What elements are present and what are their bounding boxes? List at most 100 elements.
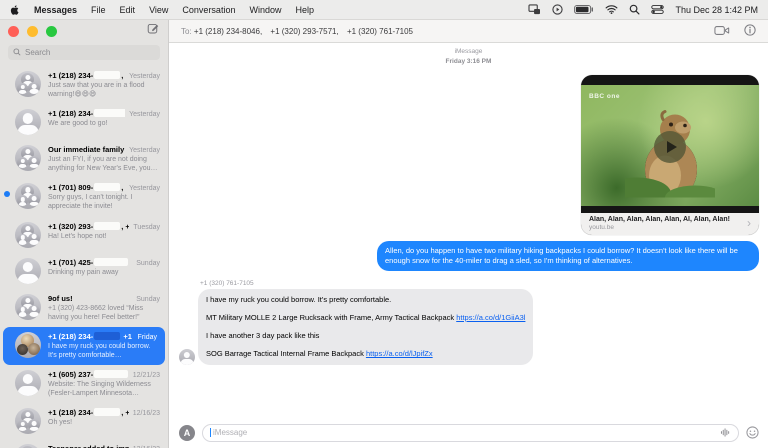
conversation-row-6[interactable]: +1 (701) 425- Sunday Drinking my pain awa… xyxy=(0,253,168,289)
screen-mirroring-icon[interactable] xyxy=(528,4,541,15)
menu-app-name[interactable]: Messages xyxy=(34,5,77,15)
conversation-title: +1 (218) 234- +1 (32… xyxy=(48,331,134,341)
conversation-row-9[interactable]: +1 (605) 237- 12/21/23 Website: The Singi… xyxy=(0,365,168,403)
conversation-preview: Drinking my pain away xyxy=(48,268,119,276)
link-preview-footer[interactable]: Alan, Alan, Alan, Alan, Alan, Al, Alan, … xyxy=(581,212,759,235)
conversation-row-4[interactable]: +1 (701) 809-, +1 (… Yesterday Sorry guys… xyxy=(0,178,168,216)
menu-bar-clock[interactable]: Thu Dec 28 1:42 PM xyxy=(675,5,758,15)
conversation-preview: Sorry guys, I can't tonight. I appreciat… xyxy=(48,194,133,211)
conversation-title: 9of us! xyxy=(48,293,73,303)
menu-bar: Messages File Edit View Conversation Win… xyxy=(0,0,768,20)
menu-conversation[interactable]: Conversation xyxy=(182,5,235,15)
conversation-date: Sunday xyxy=(136,259,160,267)
incoming-message-group: +1 (320) 761-7105 I have my ruck you cou… xyxy=(179,280,768,366)
wifi-icon[interactable] xyxy=(605,5,618,14)
recipient-2[interactable]: +1 (320) 293-7571, xyxy=(270,27,338,36)
message-line: I have my ruck you could borrow. It's pr… xyxy=(206,294,392,304)
conversation-preview: Just saw that you are in a flood warning… xyxy=(48,82,145,99)
play-circle-icon[interactable] xyxy=(552,4,564,15)
message-composer: A iMessage xyxy=(169,419,768,448)
conversation-row-10[interactable]: +1 (218) 234-, +1 (3…12/16/23 Oh yes! xyxy=(0,403,168,439)
group-avatar xyxy=(15,444,41,448)
redacted-text xyxy=(94,221,121,230)
conversation-title: +1 (605) 237- xyxy=(48,369,129,379)
message-input-placeholder: iMessage xyxy=(213,428,248,437)
menu-file[interactable]: File xyxy=(91,5,106,15)
conversation-row-5[interactable]: +1 (320) 293-, +1 (3…Tuesday Ha! Let's h… xyxy=(0,217,168,253)
apple-menu-icon[interactable] xyxy=(10,4,20,16)
video-title: Alan, Alan, Alan, Alan, Alan, Al, Alan, … xyxy=(589,215,730,223)
conversation-title: +1 (218) 234-, +1 (3… xyxy=(48,408,129,418)
search-placeholder: Search xyxy=(25,48,51,57)
person-avatar xyxy=(15,369,41,396)
conversation-preview: Website: The Singing Wilderness (Fesler-… xyxy=(48,380,151,398)
group-avatar xyxy=(15,71,41,97)
audio-message-icon[interactable] xyxy=(720,424,731,442)
conversation-date: 12/16/23 xyxy=(132,410,160,418)
redacted-text xyxy=(94,257,129,266)
search-icon[interactable] xyxy=(629,4,640,15)
window-minimize-button[interactable] xyxy=(27,25,38,37)
conversation-row-1[interactable]: +1 (218) 234-, +1 (… Yesterday Just saw t… xyxy=(0,66,168,104)
conversation-sidebar: Search +1 (218) 234-, +1 (… Yesterday Jus… xyxy=(0,20,169,448)
conversation-list: +1 (218) 234-, +1 (… Yesterday Just saw t… xyxy=(0,66,168,448)
conversation-preview: I have my ruck you could borrow. It's pr… xyxy=(48,342,151,359)
conversation-row-2[interactable]: +1 (218) 234- Yesterday We are good to go… xyxy=(0,104,168,140)
details-info-icon[interactable] xyxy=(744,24,756,38)
conversation-date: Yesterday xyxy=(129,111,160,119)
group-photo-avatar xyxy=(15,331,41,358)
conversation-row-8-selected[interactable]: +1 (218) 234- +1 (32…Friday I have my ru… xyxy=(3,326,165,365)
amazon-link[interactable]: https://a.co/d/lJpifZx xyxy=(366,349,433,358)
conversation-title: +1 (701) 809-, +1 (… xyxy=(48,183,125,193)
message-bubble-outgoing: Allen, do you happen to have two militar… xyxy=(377,240,759,271)
text-caret xyxy=(210,428,211,437)
menu-edit[interactable]: Edit xyxy=(120,5,136,15)
redacted-text xyxy=(94,369,129,378)
message-line: SOG Barrage Tactical Internal Frame Back… xyxy=(206,349,433,359)
message-line: I have another 3 day pack like this xyxy=(206,331,320,340)
menu-window[interactable]: Window xyxy=(249,5,281,15)
conversation-row-3[interactable]: Our immediate family of 8 Yesterday Just … xyxy=(0,140,168,178)
compose-new-message-button[interactable] xyxy=(147,22,160,40)
message-input[interactable]: iMessage xyxy=(202,423,739,442)
menu-help[interactable]: Help xyxy=(295,5,314,15)
emoji-picker-icon[interactable] xyxy=(746,426,759,439)
conversation-preview: Ha! Let's hope not! xyxy=(48,232,107,240)
facetime-video-icon[interactable] xyxy=(714,25,730,38)
redacted-text xyxy=(94,331,121,340)
menu-view[interactable]: View xyxy=(149,5,168,15)
to-label: To: xyxy=(181,26,192,36)
conversation-title: +1 (218) 234- xyxy=(48,109,126,118)
window-close-button[interactable] xyxy=(8,25,19,37)
message-transcript[interactable]: iMessage Friday 3:16 PM BBC one Alan, Al… xyxy=(169,43,768,419)
message-bubble-incoming: I have my ruck you could borrow. It's pr… xyxy=(198,288,534,366)
video-thumbnail[interactable]: BBC one xyxy=(581,84,759,206)
conversation-preview: We are good to go! xyxy=(48,120,108,128)
redacted-text xyxy=(94,109,126,118)
group-avatar xyxy=(15,183,41,210)
conversation-title: +1 (320) 293-, +1 (3… xyxy=(48,221,130,231)
play-button-icon[interactable] xyxy=(654,131,686,164)
video-domain: youtu.be xyxy=(589,223,614,231)
group-avatar xyxy=(15,293,41,320)
conversation-title: Our immediate family of 8 xyxy=(48,145,125,155)
youtube-link-preview[interactable]: BBC one Alan, Alan, Alan, Alan, Alan, Al… xyxy=(581,74,759,235)
conversation-date: Friday xyxy=(137,333,157,341)
window-zoom-button[interactable] xyxy=(46,25,57,37)
control-center-icon[interactable] xyxy=(651,5,665,14)
conversation-row-11[interactable]: Teenager added to imme…12/16/23 She look… xyxy=(0,439,168,448)
recipient-3[interactable]: +1 (320) 761-7105 xyxy=(347,27,413,36)
chevron-right-icon: › xyxy=(747,216,751,230)
search-input[interactable]: Search xyxy=(8,45,160,60)
sender-label: +1 (320) 761-7105 xyxy=(200,279,254,287)
conversation-panel: To: +1 (218) 234-8046, +1 (320) 293-7571… xyxy=(169,20,768,448)
redacted-text xyxy=(94,408,121,417)
group-avatar xyxy=(15,145,41,172)
person-avatar xyxy=(15,109,41,136)
person-avatar xyxy=(179,349,195,366)
imessage-apps-button[interactable]: A xyxy=(179,424,195,441)
recipient-1[interactable]: +1 (218) 234-8046, xyxy=(194,27,262,36)
redacted-text xyxy=(94,183,121,192)
conversation-row-7[interactable]: 9of us! Sunday +1 (320) 423-8662 loved “M… xyxy=(0,289,168,327)
amazon-link[interactable]: https://a.co/d/1GiiA3l xyxy=(456,313,525,322)
